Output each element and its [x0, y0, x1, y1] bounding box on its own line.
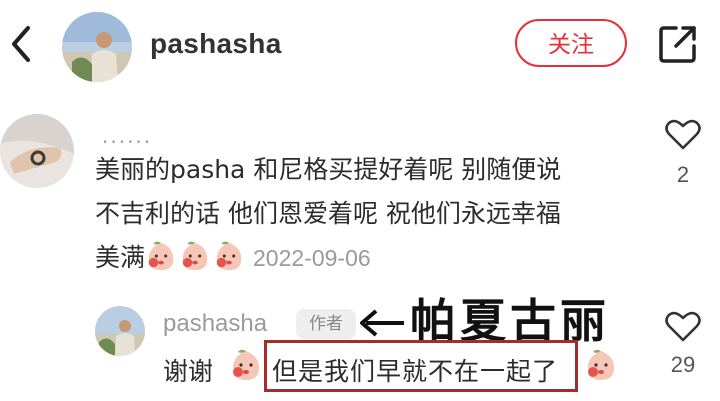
comment-text-line: 不吉利的话 他们恩爱着呢 祝他们永远幸福: [95, 199, 561, 228]
arrow-left-icon: [360, 309, 404, 337]
comment-like-count: 2: [676, 162, 690, 187]
comment-text-line: 美丽的pasha 和尼格买提好着呢 别随便说: [95, 155, 562, 184]
crying-peach-emoji-icon: [588, 349, 614, 380]
reply-like-count: 29: [670, 352, 696, 377]
author-avatar[interactable]: [62, 12, 132, 82]
author-tag-badge: 作者: [296, 309, 356, 339]
share-external-icon: [659, 26, 696, 63]
post-header: pashasha 关注: [0, 0, 720, 90]
follow-button[interactable]: 关注: [515, 19, 627, 67]
author-avatar-image: [62, 12, 132, 82]
reply-text-start: 谢谢: [163, 357, 214, 386]
reply-text-highlighted: 但是我们早就不在一起了: [272, 357, 559, 386]
share-button[interactable]: [656, 22, 700, 66]
chevron-left-icon: [12, 26, 30, 62]
commenter-avatar[interactable]: [0, 114, 74, 188]
commenter-avatar-image: [0, 114, 74, 188]
crying-peach-emoji-icon: [148, 241, 174, 271]
comment-date: 2022-09-06: [253, 245, 371, 271]
reply-author-name[interactable]: pashasha: [163, 310, 267, 338]
heart-icon[interactable]: [665, 118, 701, 150]
reply-author-avatar-image: [95, 306, 145, 356]
commenter-name[interactable]: ......: [102, 124, 152, 148]
comment-text-line: 美满 2022-09-06: [95, 236, 655, 280]
reply-author-avatar[interactable]: [95, 306, 145, 356]
crying-peach-emoji-icon: [182, 241, 208, 271]
heart-icon[interactable]: [665, 310, 701, 342]
crying-peach-emoji-icon: [216, 241, 242, 271]
comment-text-line-end: 美满: [95, 243, 146, 272]
author-name[interactable]: pashasha: [150, 28, 282, 60]
crying-peach-emoji-icon: [233, 349, 259, 380]
comment-text: 美丽的pasha 和尼格买提好着呢 别随便说 不吉利的话 他们恩爱着呢 祝他们永…: [95, 148, 655, 280]
back-button[interactable]: [8, 24, 34, 64]
